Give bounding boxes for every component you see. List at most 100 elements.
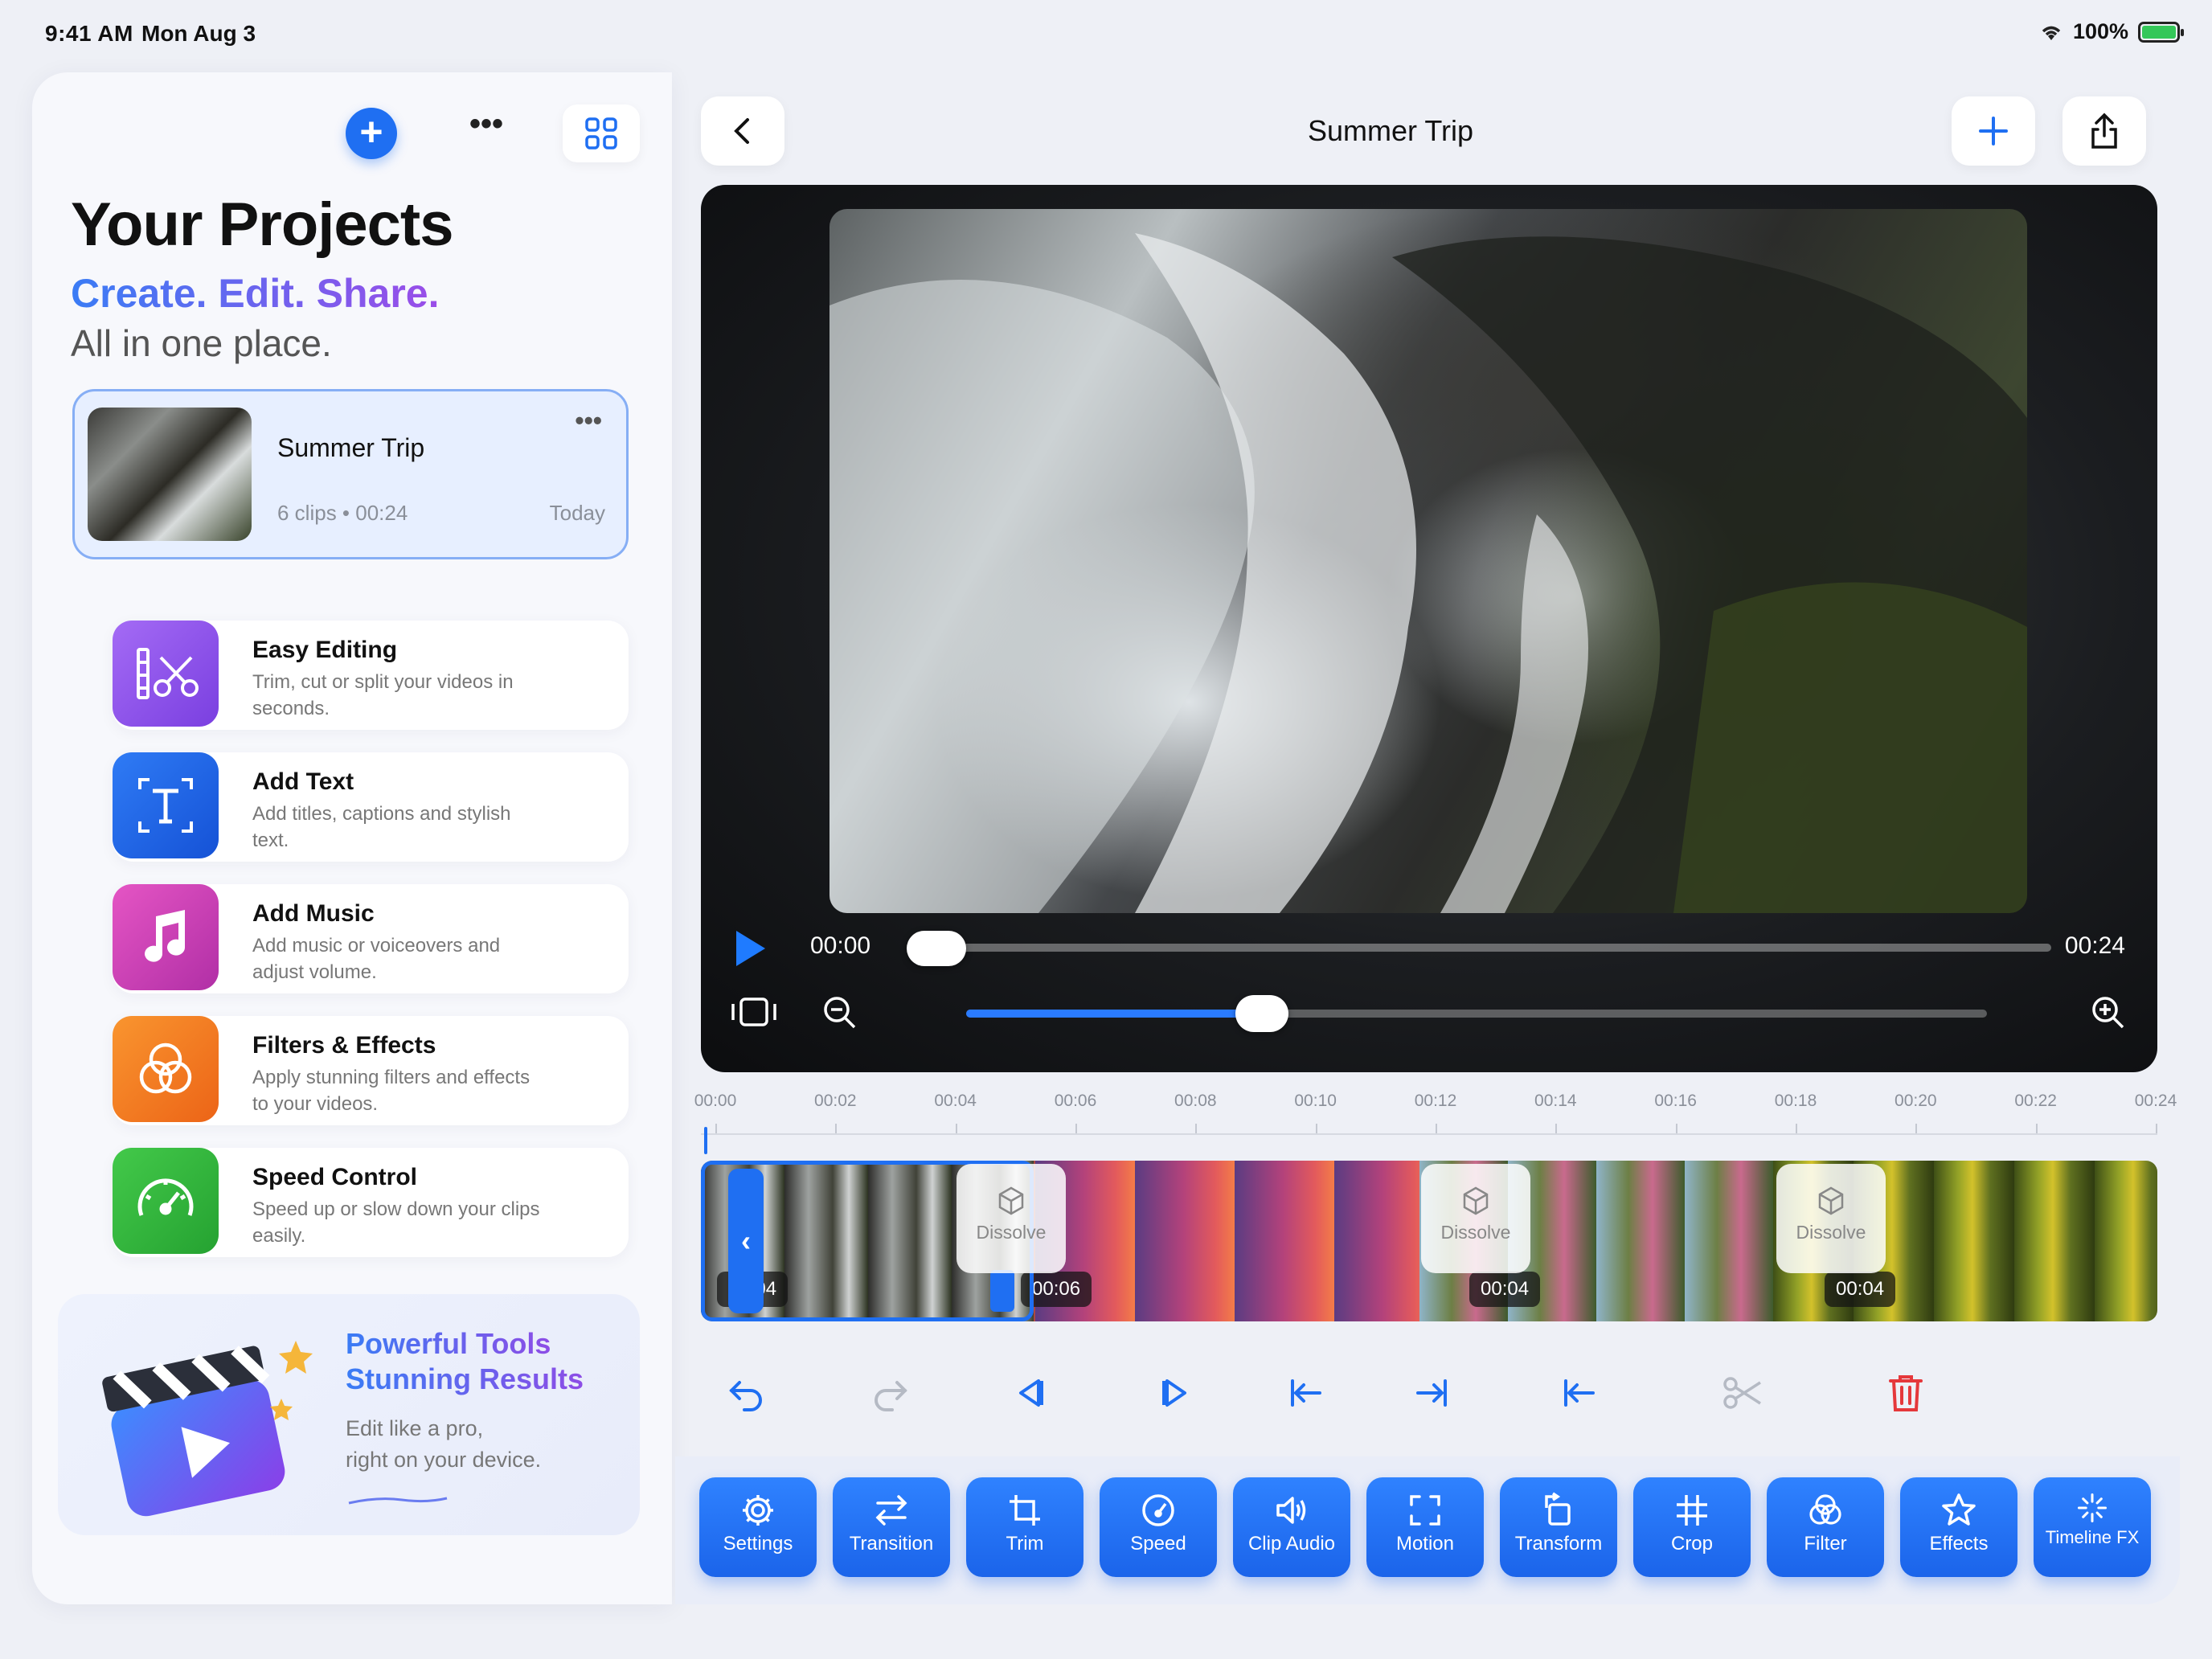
speed-icon xyxy=(1142,1494,1174,1526)
speed-button[interactable]: Speed xyxy=(1100,1477,1217,1577)
play-button[interactable] xyxy=(736,931,765,966)
feature-title: Easy Editing xyxy=(252,637,398,663)
split-icon xyxy=(1564,1379,1595,1407)
transition-dissolve[interactable]: Dissolve xyxy=(1421,1164,1530,1273)
cut-button[interactable] xyxy=(1715,1365,1772,1421)
settings-button[interactable]: Settings xyxy=(699,1477,817,1577)
feature-desc: Apply stunning filters and effects to yo… xyxy=(252,1067,530,1115)
step-back-icon xyxy=(1019,1379,1043,1407)
share-icon xyxy=(2091,113,2117,149)
redo-button[interactable] xyxy=(862,1365,918,1421)
ruler-tick-label: 00:14 xyxy=(1534,1092,1577,1110)
project-card-summer-trip[interactable]: Summer Trip 6 clips • 00:24 Today ••• xyxy=(72,389,629,559)
trim-button[interactable]: Trim xyxy=(966,1477,1083,1577)
playback-scrubber-knob[interactable] xyxy=(907,931,966,966)
timeline-zoom-knob[interactable] xyxy=(1235,995,1289,1032)
clip-audio-button[interactable]: Clip Audio xyxy=(1233,1477,1350,1577)
ruler-tick xyxy=(2035,1124,2038,1133)
feature-speed-control[interactable]: Speed Control Speed up or slow down your… xyxy=(113,1148,629,1257)
more-options-button[interactable]: ••• xyxy=(458,108,514,159)
trim-handle-right[interactable] xyxy=(990,1270,1014,1312)
add-media-button[interactable] xyxy=(1952,96,2035,166)
ruler-tick-label: 00:24 xyxy=(2134,1092,2177,1110)
zoom-in-button[interactable] xyxy=(2083,992,2132,1032)
effects-button[interactable]: Effects xyxy=(1900,1477,2017,1577)
gear-icon xyxy=(743,1495,773,1526)
status-date: Mon Aug 3 xyxy=(141,21,256,46)
status-indicators: 100% xyxy=(2039,19,2184,44)
transition-dissolve[interactable]: Dissolve xyxy=(956,1164,1066,1273)
filter-icon xyxy=(1809,1494,1841,1525)
waterfall-image xyxy=(830,233,2027,913)
feature-filters-effects[interactable]: Filters & Effects Apply stunning filters… xyxy=(113,1016,629,1125)
ruler-tick-label: 00:04 xyxy=(934,1092,977,1110)
transition-label: Dissolve xyxy=(976,1222,1047,1243)
transition-label: Dissolve xyxy=(1440,1222,1511,1243)
project-more-button[interactable]: ••• xyxy=(575,406,602,436)
fit-timeline-button[interactable] xyxy=(730,992,778,1032)
previous-frame-button[interactable] xyxy=(1002,1365,1058,1421)
filters-icon xyxy=(113,1016,219,1122)
feature-title: Speed Control xyxy=(252,1164,418,1190)
grid-view-button[interactable] xyxy=(563,104,640,162)
jump-to-end-button[interactable] xyxy=(1405,1365,1461,1421)
motion-icon xyxy=(1410,1495,1440,1526)
promo-title: Powerful Tools Stunning Results xyxy=(346,1327,584,1395)
timeline-ruler[interactable]: 00:00 00:02 00:04 00:06 00:08 00:10 00:12 00:14… xyxy=(694,1092,2177,1140)
playback-scrubber[interactable] xyxy=(910,944,2051,952)
status-bar: 9:41 AM Mon Aug 3 100% xyxy=(0,0,2212,68)
timeline-playhead[interactable] xyxy=(704,1127,707,1154)
video-preview[interactable] xyxy=(830,209,2027,913)
new-project-button[interactable]: + xyxy=(346,108,397,159)
ruler-tick-label: 00:12 xyxy=(1414,1092,1457,1110)
page-title: Your Projects xyxy=(71,190,454,259)
trash-icon xyxy=(1889,1375,1923,1411)
transition-dissolve[interactable]: Dissolve xyxy=(1776,1164,1886,1273)
status-time: 9:41 AM xyxy=(45,21,133,46)
bottom-toolbar: Settings Transition Trim Speed Clip Audi… xyxy=(675,1456,2180,1604)
wifi-icon xyxy=(2042,26,2061,40)
feature-desc: Add music or voiceovers and adjust volum… xyxy=(252,935,501,983)
clip-duration-badge: 00:04 xyxy=(1825,1272,1896,1307)
feature-title: Filters & Effects xyxy=(252,1032,436,1059)
scissors-icon xyxy=(1723,1377,1761,1409)
next-frame-button[interactable] xyxy=(1148,1365,1204,1421)
ruler-tick-label: 00:20 xyxy=(1895,1092,1937,1110)
transform-button[interactable]: Transform xyxy=(1500,1477,1617,1577)
delete-clip-button[interactable] xyxy=(1878,1365,1934,1421)
feature-title: Add Text xyxy=(252,768,354,795)
project-name: Summer Trip xyxy=(277,433,425,462)
timeline-zoom-slider[interactable] xyxy=(966,1010,1987,1018)
transition-button[interactable]: Transition xyxy=(833,1477,950,1577)
crop-icon xyxy=(1677,1495,1707,1526)
trim-handle-left[interactable]: ‹ xyxy=(728,1169,764,1313)
feature-add-text[interactable]: Add Text Add titles, captions and stylis… xyxy=(113,752,629,862)
jump-to-start-button[interactable] xyxy=(1276,1365,1333,1421)
share-button[interactable] xyxy=(2062,96,2146,166)
projects-sidebar: + ••• Your Projects Create. Edit. Share.… xyxy=(32,72,672,1604)
zoom-out-button[interactable] xyxy=(815,992,863,1032)
feature-add-music[interactable]: Add Music Add music or voiceovers and ad… xyxy=(113,884,629,993)
editor-title: Summer Trip xyxy=(1307,114,1474,147)
ruler-tick xyxy=(955,1124,957,1133)
editor-panel: Summer Trip 00:00 00:24 00:00 00:02 00:0… xyxy=(675,72,2180,1604)
ruler-tick xyxy=(2156,1124,2157,1133)
ruler-tick-label: 00:22 xyxy=(2014,1092,2057,1110)
undo-button[interactable] xyxy=(719,1365,775,1421)
timeline-fx-button[interactable]: Timeline FX xyxy=(2034,1477,2151,1577)
feature-easy-editing[interactable]: Easy Editing Trim, cut or split your vid… xyxy=(113,621,629,730)
crop-button[interactable]: Crop xyxy=(1633,1477,1751,1577)
transition-label: Dissolve xyxy=(1796,1222,1866,1243)
plus-icon xyxy=(1979,117,2008,145)
split-at-playhead-button[interactable] xyxy=(1550,1365,1606,1421)
project-thumbnail xyxy=(88,408,252,541)
feature-desc: Speed up or slow down your clips easily. xyxy=(252,1198,540,1247)
filter-button[interactable]: Filter xyxy=(1767,1477,1884,1577)
motion-button[interactable]: Motion xyxy=(1366,1477,1484,1577)
ruler-tick xyxy=(715,1124,717,1133)
ruler-tick xyxy=(1315,1124,1317,1133)
ruler-tick xyxy=(1796,1124,1797,1133)
undo-icon xyxy=(729,1381,762,1411)
film-frame-icon xyxy=(731,997,776,1026)
cube-icon xyxy=(1818,1186,1844,1215)
